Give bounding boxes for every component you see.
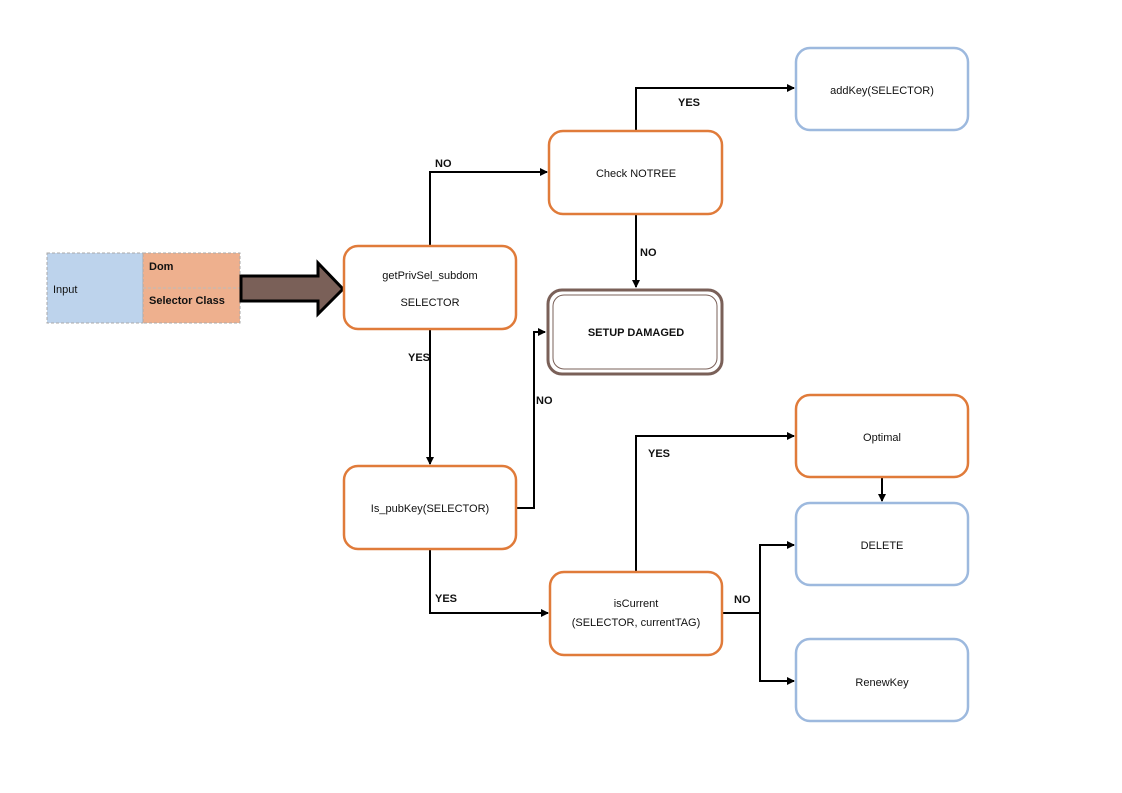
input-label: Input [53, 284, 77, 296]
flowchart: Input Dom Selector Class NO YES NO YES N… [46, 46, 970, 723]
node-renewkey-label: RenewKey [855, 677, 909, 689]
edge-label-getpriv-no: NO [435, 158, 452, 170]
edge-label-notree-yes: YES [678, 97, 700, 109]
input-block: Input Dom Selector Class [46, 252, 241, 324]
edge-label-notree-no: NO [640, 247, 657, 259]
edge-label-getpriv-yes: YES [408, 352, 430, 364]
edge-label-pubkey-yes: YES [435, 593, 457, 605]
edge-label-current-yes: YES [648, 448, 670, 460]
node-getpriv-line2: SELECTOR [400, 297, 459, 309]
node-iscurrent-line1: isCurrent [614, 598, 659, 610]
big-arrow [239, 259, 346, 318]
node-getpriv[interactable] [342, 244, 518, 331]
input-field-selector-class: Selector Class [149, 295, 225, 307]
input-field-dom: Dom [149, 261, 174, 273]
node-check-notree-label: Check NOTREE [596, 168, 676, 180]
node-getpriv-line1: getPrivSel_subdom [382, 270, 477, 282]
node-addkey-label: addKey(SELECTOR) [830, 85, 934, 97]
node-optimal-label: Optimal [863, 432, 901, 444]
edge-label-pubkey-no: NO [536, 395, 553, 407]
node-delete-label: DELETE [861, 540, 904, 552]
node-iscurrent[interactable] [548, 570, 724, 657]
node-is-pubkey-label: Is_pubKey(SELECTOR) [371, 503, 489, 515]
edge-label-current-no: NO [734, 594, 751, 606]
node-setup-damaged-label: SETUP DAMAGED [588, 327, 684, 339]
node-iscurrent-line2: (SELECTOR, currentTAG) [572, 617, 701, 629]
